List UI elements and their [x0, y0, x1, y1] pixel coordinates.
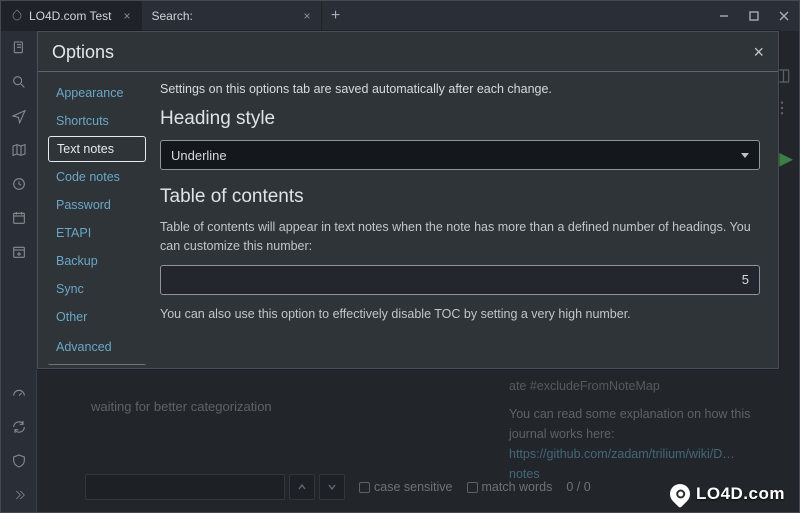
- new-note-icon[interactable]: [10, 39, 28, 57]
- more-icon[interactable]: [10, 486, 28, 504]
- watermark-text: LO4D.com: [696, 484, 785, 504]
- watermark: LO4D.com: [670, 484, 785, 504]
- calendar-icon[interactable]: [10, 209, 28, 227]
- opt-password[interactable]: Password: [48, 192, 146, 218]
- minimize-button[interactable]: [709, 1, 739, 31]
- maximize-button[interactable]: [739, 1, 769, 31]
- shield-icon[interactable]: [10, 452, 28, 470]
- heading-style-title: Heading style: [160, 108, 760, 130]
- opt-other[interactable]: Other: [48, 304, 146, 330]
- options-sidebar: Appearance Shortcuts Text notes Code not…: [38, 72, 150, 364]
- options-content: Settings on this options tab are saved a…: [150, 72, 778, 364]
- new-tab-button[interactable]: +: [322, 1, 350, 31]
- toc-number-input[interactable]: [160, 265, 760, 295]
- options-dialog: Options × Appearance Shortcuts Text note…: [37, 31, 779, 369]
- search-icon[interactable]: [10, 73, 28, 91]
- send-icon[interactable]: [10, 107, 28, 125]
- dialog-close-button[interactable]: ×: [753, 42, 764, 63]
- titlebar: LO4D.com Test × Search: × +: [1, 1, 799, 31]
- opt-advanced[interactable]: Advanced: [48, 334, 146, 365]
- close-icon[interactable]: ×: [303, 9, 310, 23]
- tab-search[interactable]: Search: ×: [142, 1, 322, 31]
- autosave-note: Settings on this options tab are saved a…: [160, 82, 760, 96]
- calendar-add-icon[interactable]: [10, 243, 28, 261]
- toc-hint: You can also use this option to effectiv…: [160, 305, 760, 324]
- tab-label: LO4D.com Test: [29, 9, 111, 23]
- tab-lo4d-test[interactable]: LO4D.com Test ×: [1, 1, 142, 31]
- opt-code-notes[interactable]: Code notes: [48, 164, 146, 190]
- heading-style-select[interactable]: Underline: [160, 140, 760, 170]
- leaf-icon: [11, 9, 23, 24]
- select-value: Underline: [171, 148, 227, 163]
- opt-etapi[interactable]: ETAPI: [48, 220, 146, 246]
- dialog-header: Options ×: [38, 32, 778, 72]
- sync-icon[interactable]: [10, 418, 28, 436]
- close-icon[interactable]: ×: [123, 9, 130, 23]
- opt-backup[interactable]: Backup: [48, 248, 146, 274]
- close-window-button[interactable]: [769, 1, 799, 31]
- dialog-title: Options: [52, 42, 114, 63]
- opt-sync[interactable]: Sync: [48, 276, 146, 302]
- app-window: LO4D.com Test × Search: × +: [0, 0, 800, 513]
- opt-appearance[interactable]: Appearance: [48, 80, 146, 106]
- watermark-icon: [666, 480, 694, 508]
- left-rail: [1, 31, 37, 512]
- map-icon[interactable]: [10, 141, 28, 159]
- opt-text-notes[interactable]: Text notes: [48, 136, 146, 162]
- window-controls: [709, 1, 799, 31]
- opt-shortcuts[interactable]: Shortcuts: [48, 108, 146, 134]
- toc-desc: Table of contents will appear in text no…: [160, 218, 760, 257]
- toc-title: Table of contents: [160, 186, 760, 208]
- history-icon[interactable]: [10, 175, 28, 193]
- tab-label: Search:: [152, 9, 193, 23]
- gauge-icon[interactable]: [10, 384, 28, 402]
